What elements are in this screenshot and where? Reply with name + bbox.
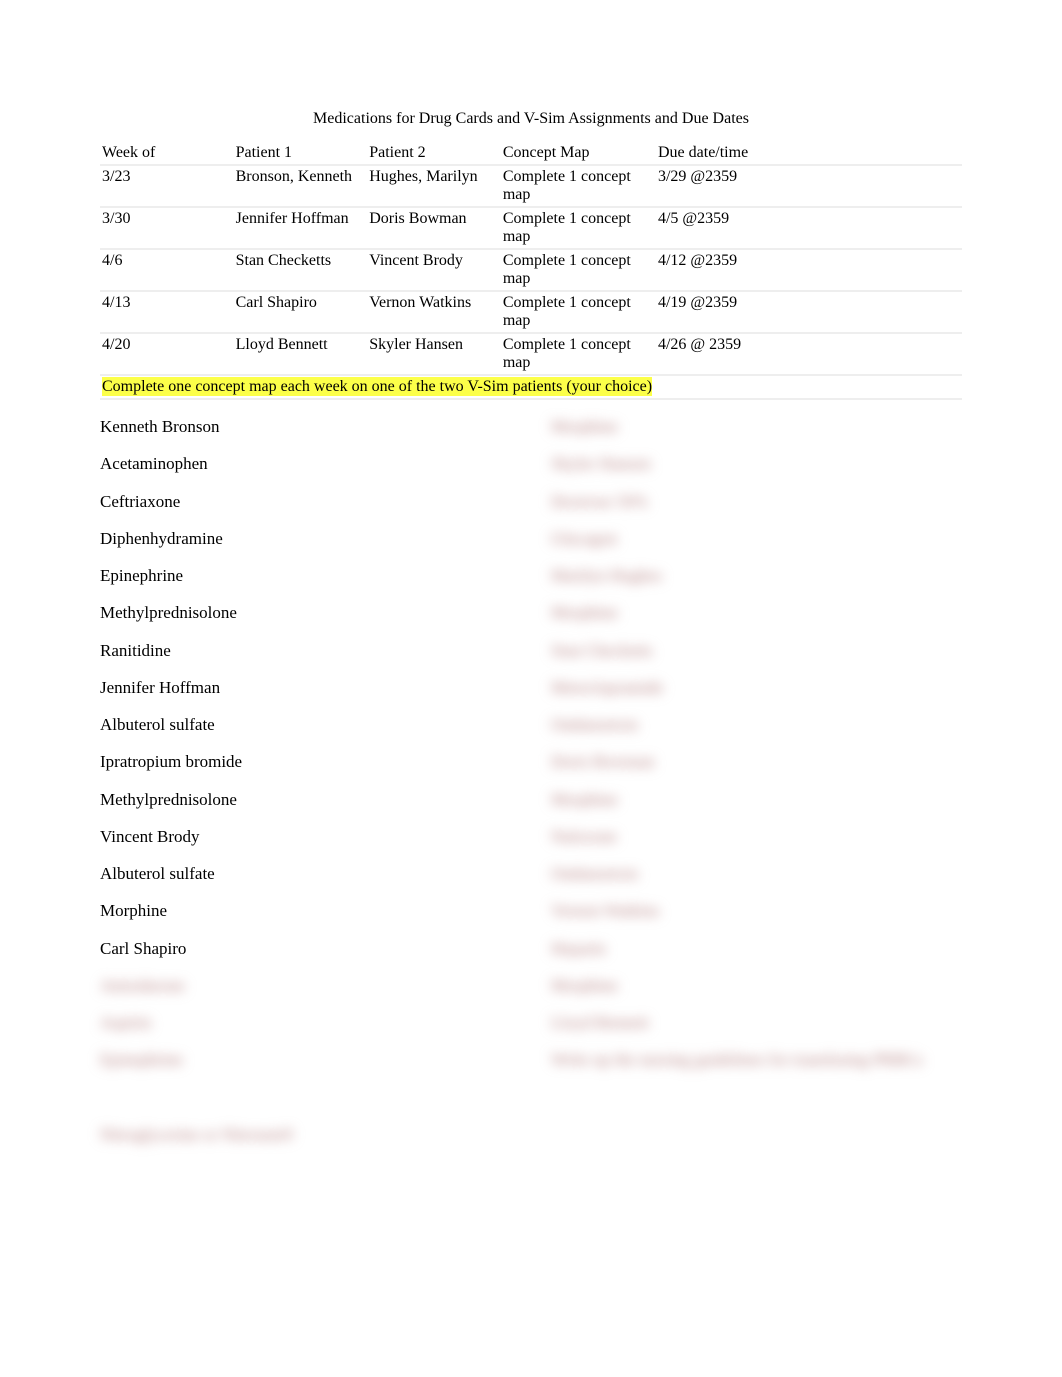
cell-week: 3/30	[100, 207, 234, 249]
cell-p2: Doris Bowman	[367, 207, 501, 249]
list-item: Morphine	[551, 602, 962, 623]
th-week: Week of	[100, 142, 234, 165]
th-patient2: Patient 2	[367, 142, 501, 165]
list-item: Carl Shapiro	[100, 938, 511, 959]
doc-title: Medications for Drug Cards and V-Sim Ass…	[100, 110, 962, 128]
cell-week: 3/23	[100, 165, 234, 207]
list-item: Nitroglycerine or Nitrostat®	[100, 1124, 511, 1145]
document-page: Medications for Drug Cards and V-Sim Ass…	[0, 0, 1062, 1221]
cell-p1: Jennifer Hoffman	[234, 207, 368, 249]
cell-p2: Vernon Watkins	[367, 291, 501, 333]
cell-p1: Carl Shapiro	[234, 291, 368, 333]
list-item: Doris Bowman	[551, 751, 962, 772]
list-item: Skyler Hansen	[551, 453, 962, 474]
table-row: 3/30 Jennifer Hoffman Doris Bowman Compl…	[100, 207, 962, 249]
list-item: Albuterol sulfate	[100, 863, 511, 884]
list-item: Morphine	[551, 975, 962, 996]
cell-cmap: Complete 1 concept map	[501, 165, 656, 207]
list-item: Marilyn Hughes	[551, 565, 962, 586]
list-item: Ondansetron	[551, 714, 962, 735]
cell-p2: Hughes, Marilyn	[367, 165, 501, 207]
cell-due: 4/26 @ 2359	[656, 333, 962, 375]
list-item: Ranitidine	[100, 640, 511, 661]
list-item: Naloxone	[551, 826, 962, 847]
table-row: 4/20 Lloyd Bennett Skyler Hansen Complet…	[100, 333, 962, 375]
list-item	[100, 1087, 511, 1108]
list-item: Morphine	[551, 789, 962, 810]
list-item: Morphine	[551, 416, 962, 437]
list-item: Glucagon	[551, 528, 962, 549]
th-patient1: Patient 1	[234, 142, 368, 165]
cell-cmap: Complete 1 concept map	[501, 207, 656, 249]
th-due: Due date/time	[656, 142, 962, 165]
right-column: Morphine Skyler Hansen Dextrose 50% Glucago…	[551, 416, 962, 1161]
cell-week: 4/13	[100, 291, 234, 333]
th-concept-map: Concept Map	[501, 142, 656, 165]
cell-cmap: Complete 1 concept map	[501, 249, 656, 291]
cell-week: 4/20	[100, 333, 234, 375]
med-columns: Kenneth Bronson Acetaminophen Ceftriaxone D…	[100, 416, 962, 1161]
list-item: Dextrose 50%	[551, 491, 962, 512]
list-item: Diphenhydramine	[100, 528, 511, 549]
list-item: Ondansetron	[551, 863, 962, 884]
list-item: Epinephrine	[100, 1049, 511, 1070]
list-item: Vernon Watkins	[551, 900, 962, 921]
table-row: 3/23 Bronson, Kenneth Hughes, Marilyn Co…	[100, 165, 962, 207]
cell-p1: Stan Checketts	[234, 249, 368, 291]
list-item: Acetaminophen	[100, 453, 511, 474]
schedule-table: Week of Patient 1 Patient 2 Concept Map …	[100, 142, 962, 400]
left-column: Kenneth Bronson Acetaminophen Ceftriaxone D…	[100, 416, 511, 1161]
cell-p1: Lloyd Bennett	[234, 333, 368, 375]
list-item: Ceftriaxone	[100, 491, 511, 512]
table-header-row: Week of Patient 1 Patient 2 Concept Map …	[100, 142, 962, 165]
list-item: Vincent Brody	[100, 826, 511, 847]
list-item: Jennifer Hoffman	[100, 677, 511, 698]
cell-due: 4/19 @2359	[656, 291, 962, 333]
list-item: Metoclopramide	[551, 677, 962, 698]
highlighted-note: Complete one concept map each week on on…	[102, 377, 652, 396]
list-item: Methylprednisolone	[100, 602, 511, 623]
cell-week: 4/6	[100, 249, 234, 291]
list-item: Kenneth Bronson	[100, 416, 511, 437]
table-row: 4/13 Carl Shapiro Vernon Watkins Complet…	[100, 291, 962, 333]
cell-due: 4/5 @2359	[656, 207, 962, 249]
list-item: Aspirin	[100, 1012, 511, 1033]
list-item: Methylprednisolone	[100, 789, 511, 810]
list-item: Write up the nursing guidelines for tran…	[551, 1049, 962, 1070]
list-item: Morphine	[100, 900, 511, 921]
list-item: Ipratropium bromide	[100, 751, 511, 772]
cell-cmap: Complete 1 concept map	[501, 333, 656, 375]
list-item: Albuterol sulfate	[100, 714, 511, 735]
list-item: Amiodarone	[100, 975, 511, 996]
cell-due: 3/29 @2359	[656, 165, 962, 207]
cell-cmap: Complete 1 concept map	[501, 291, 656, 333]
note-row: Complete one concept map each week on on…	[100, 375, 962, 399]
list-item: Stan Checketts	[551, 640, 962, 661]
list-item: Heparin	[551, 938, 962, 959]
list-item: Epinephrine	[100, 565, 511, 586]
table-row: 4/6 Stan Checketts Vincent Brody Complet…	[100, 249, 962, 291]
cell-p1: Bronson, Kenneth	[234, 165, 368, 207]
cell-p2: Skyler Hansen	[367, 333, 501, 375]
cell-p2: Vincent Brody	[367, 249, 501, 291]
cell-due: 4/12 @2359	[656, 249, 962, 291]
list-item: Lloyd Bennett	[551, 1012, 962, 1033]
